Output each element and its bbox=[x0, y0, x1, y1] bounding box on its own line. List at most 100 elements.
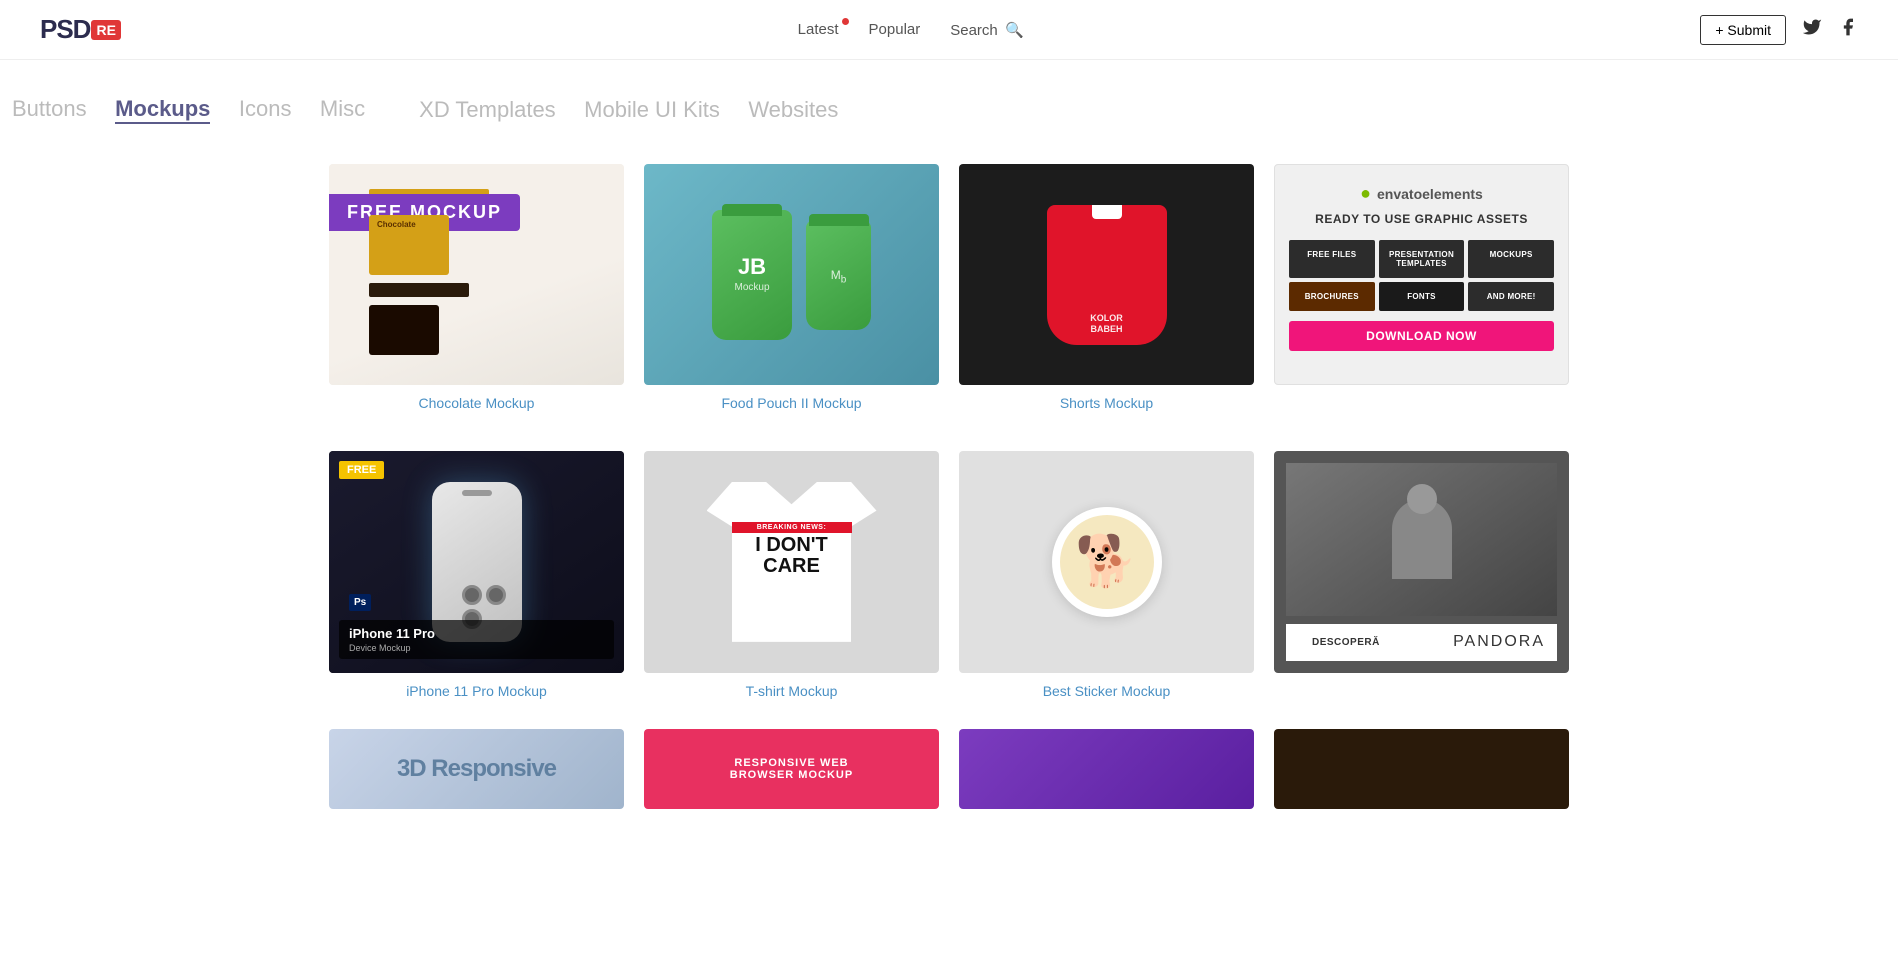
cat-xd-templates[interactable]: XD Templates bbox=[419, 97, 556, 123]
main-grid-row1: FREE MOCKUP Chocolate Chocolate Mockup J… bbox=[299, 154, 1599, 441]
pandora-ad-image[interactable]: DESCOPERĂ PANDORA bbox=[1274, 451, 1569, 672]
breaking-news-text: BREAKING NEWS: bbox=[732, 522, 852, 533]
pandora-footer: DESCOPERĂ PANDORA bbox=[1286, 624, 1557, 661]
pouch-right: Mb bbox=[806, 220, 871, 330]
pouch-inner: JB Mockup Mb bbox=[644, 164, 939, 385]
card-chocolate-image[interactable]: FREE MOCKUP Chocolate bbox=[329, 164, 624, 385]
card-tshirt: BREAKING NEWS: I DON'TCARE T-shirt Mocku… bbox=[644, 451, 939, 698]
iphone-shape bbox=[432, 482, 522, 642]
card-purple bbox=[959, 729, 1254, 809]
card-shorts-title[interactable]: Shorts Mockup bbox=[1060, 395, 1153, 411]
envato-ad-image[interactable]: ● envatoelements READY TO USE GRAPHIC AS… bbox=[1274, 164, 1569, 385]
card-tshirt-title[interactable]: T-shirt Mockup bbox=[746, 683, 838, 699]
pandora-inner: DESCOPERĂ PANDORA bbox=[1274, 451, 1569, 672]
envato-logo: ● envatoelements bbox=[1360, 183, 1483, 204]
card-chocolate-title[interactable]: Chocolate Mockup bbox=[419, 395, 535, 411]
category-nav: Buttons Mockups Icons Misc XD Templates … bbox=[0, 60, 1898, 154]
model-silhouette bbox=[1392, 499, 1452, 579]
nav-popular[interactable]: Popular bbox=[869, 21, 921, 38]
search-icon: 🔍 bbox=[1005, 22, 1024, 39]
card-pouch-title[interactable]: Food Pouch II Mockup bbox=[721, 395, 861, 411]
free-badge: FREE bbox=[339, 461, 384, 479]
envato-asset-grid: FREE FILES PRESENTATION TEMPLATES MOCKUP… bbox=[1289, 240, 1554, 311]
card-sticker-title[interactable]: Best Sticker Mockup bbox=[1043, 683, 1171, 699]
download-now-button[interactable]: DOWNLOAD NOW bbox=[1289, 321, 1554, 351]
tshirt-print: BREAKING NEWS: I DON'TCARE bbox=[732, 522, 852, 577]
card-3d-image[interactable]: 3D Responsive bbox=[329, 729, 624, 809]
cat-mockups[interactable]: Mockups bbox=[115, 96, 210, 124]
envato-headline: READY TO USE GRAPHIC ASSETS bbox=[1315, 212, 1528, 226]
card-3d-text: 3D Responsive bbox=[397, 755, 556, 783]
photoshop-icon: Ps bbox=[349, 594, 371, 611]
iphone-device-sublabel: Device Mockup bbox=[349, 643, 604, 653]
cat-buttons[interactable]: Buttons bbox=[12, 96, 87, 122]
browser-text-2: BROWSER MOCKUP bbox=[730, 769, 853, 781]
card-tshirt-image[interactable]: BREAKING NEWS: I DON'TCARE bbox=[644, 451, 939, 672]
tshirt-inner: BREAKING NEWS: I DON'TCARE bbox=[644, 451, 939, 672]
header-right: + Submit bbox=[1700, 15, 1858, 45]
logo-re: RE bbox=[91, 20, 120, 40]
card-envato-ad: ● envatoelements READY TO USE GRAPHIC AS… bbox=[1274, 164, 1569, 411]
card-3d-responsive: 3D Responsive bbox=[329, 729, 624, 809]
submit-button[interactable]: + Submit bbox=[1700, 15, 1786, 45]
card-sticker-image[interactable]: 🐕 bbox=[959, 451, 1254, 672]
iphone-device-label: iPhone 11 Pro bbox=[349, 626, 435, 641]
card-pandora-ad: DESCOPERĂ PANDORA bbox=[1274, 451, 1569, 698]
card-food-pouch: JB Mockup Mb Food Pouch II Mockup bbox=[644, 164, 939, 411]
nav-search[interactable]: Search 🔍 bbox=[950, 21, 1023, 39]
logo-psd: PSD bbox=[40, 14, 90, 45]
twitter-link[interactable] bbox=[1802, 17, 1822, 42]
shorts-shape: KOLORBABEH bbox=[1047, 205, 1167, 345]
nav-latest[interactable]: Latest bbox=[798, 21, 839, 38]
card-iphone: FREE Ps iPhone 11 bbox=[329, 451, 624, 698]
card-iphone-image[interactable]: FREE Ps iPhone 11 bbox=[329, 451, 624, 672]
camera-lens-2 bbox=[486, 585, 506, 605]
envato-dot-icon: ● bbox=[1360, 183, 1371, 204]
iphone-inner: FREE Ps iPhone 11 bbox=[329, 451, 624, 672]
pandora-discover-btn[interactable]: DESCOPERĂ bbox=[1298, 632, 1394, 653]
cat-mobile-ui[interactable]: Mobile UI Kits bbox=[584, 97, 720, 123]
cat-misc[interactable]: Misc bbox=[320, 96, 365, 122]
shorts-logo: KOLORBABEH bbox=[1090, 313, 1123, 335]
iphone-notch bbox=[462, 490, 492, 496]
site-header: PSD RE Latest Popular Search 🔍 + Submit bbox=[0, 0, 1898, 60]
card-pouch-image[interactable]: JB Mockup Mb bbox=[644, 164, 939, 385]
asset-more: AND MORE! bbox=[1468, 282, 1554, 311]
card-shorts-image[interactable]: KOLORBABEH bbox=[959, 164, 1254, 385]
chocolate-inner: FREE MOCKUP Chocolate bbox=[329, 164, 624, 385]
card-iphone-title[interactable]: iPhone 11 Pro Mockup bbox=[406, 683, 547, 699]
card-purple-image[interactable] bbox=[959, 729, 1254, 809]
asset-presentation: PRESENTATION TEMPLATES bbox=[1379, 240, 1465, 278]
category-row-2: XD Templates Mobile UI Kits Websites bbox=[407, 97, 850, 123]
card-chocolate: FREE MOCKUP Chocolate Chocolate Mockup bbox=[329, 164, 624, 411]
card-dark-image[interactable] bbox=[1274, 729, 1569, 809]
sticker-inner: 🐕 bbox=[959, 451, 1254, 672]
asset-mockups: MOCKUPS bbox=[1468, 240, 1554, 278]
asset-brochures: BROCHURES bbox=[1289, 282, 1375, 311]
choc-wrapper-gold: Chocolate bbox=[369, 215, 449, 275]
card-shorts: KOLORBABEH Shorts Mockup bbox=[959, 164, 1254, 411]
main-grid-row2: FREE Ps iPhone 11 bbox=[299, 441, 1599, 728]
cat-websites[interactable]: Websites bbox=[748, 97, 838, 123]
category-row-1: Buttons Mockups Icons Misc bbox=[0, 96, 377, 124]
iphone-label-area: Ps iPhone 11 Pro Device Mockup bbox=[329, 620, 624, 659]
camera-lens-1 bbox=[462, 585, 482, 605]
tshirt-wrap: BREAKING NEWS: I DON'TCARE bbox=[707, 482, 877, 642]
dog-sticker: 🐕 bbox=[1052, 507, 1162, 617]
site-logo[interactable]: PSD RE bbox=[40, 14, 121, 45]
partial-bottom-row: 3D Responsive RESPONSIVE WEB BROWSER MOC… bbox=[299, 729, 1599, 819]
choc-dark-block bbox=[369, 305, 439, 355]
choc-bar-dark bbox=[369, 283, 469, 297]
i-dont-care-text: I DON'TCARE bbox=[732, 535, 852, 577]
card-sticker: 🐕 Best Sticker Mockup bbox=[959, 451, 1254, 698]
facebook-link[interactable] bbox=[1838, 17, 1858, 42]
cat-icons[interactable]: Icons bbox=[239, 96, 292, 122]
browser-text-1: RESPONSIVE WEB bbox=[734, 757, 848, 769]
card-dark bbox=[1274, 729, 1569, 809]
card-browser-image[interactable]: RESPONSIVE WEB BROWSER MOCKUP bbox=[644, 729, 939, 809]
pandora-brand-text: PANDORA bbox=[1453, 633, 1545, 651]
pandora-photo-area bbox=[1286, 463, 1557, 615]
asset-free-files: FREE FILES bbox=[1289, 240, 1375, 278]
pandora-model bbox=[1286, 463, 1557, 615]
asset-fonts: FONTS bbox=[1379, 282, 1465, 311]
